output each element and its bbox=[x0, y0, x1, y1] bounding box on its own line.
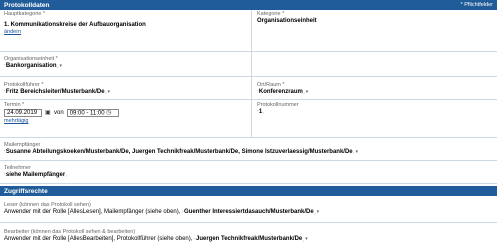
protocol-form: Protokolldaten * Pflichtfelder Hauptkate… bbox=[0, 0, 497, 247]
section-header-protokolldaten: Protokolldaten * Pflichtfelder bbox=[0, 0, 497, 10]
date-input[interactable]: 24.09.2019 bbox=[4, 109, 42, 117]
bearbeiter-field[interactable]: Anwender mit der Rolle [AllesBearbeiten]… bbox=[4, 236, 493, 243]
required-note: * Pflichtfelder bbox=[460, 2, 493, 8]
ort-cell: Ort/Raum * ⌜Konferenzraum⌟▾ bbox=[253, 77, 497, 99]
bearbeiter-text: Anwender mit der Rolle [AllesBearbeiten]… bbox=[4, 236, 193, 242]
chevron-down-icon[interactable]: ▾ bbox=[317, 209, 320, 215]
row-leser: Leser (können das Protokoll sehen) Anwen… bbox=[0, 196, 497, 223]
mailempfaenger-field[interactable]: ⌜Susanne Abteilungskoeken/Musterbank/De,… bbox=[4, 149, 493, 156]
mailempfaenger-cell: Mailempfänger ⌜Susanne Abteilungskoeken/… bbox=[0, 138, 497, 160]
leser-value: Guenther Interessiertdasauch/Musterbank/… bbox=[183, 209, 314, 215]
leser-field[interactable]: Anwender mit der Rolle [AllesLesen], Mai… bbox=[4, 209, 493, 216]
leser-cell: Leser (können das Protokoll sehen) Anwen… bbox=[0, 196, 497, 222]
mehrtaegig-link[interactable]: mehrtägig bbox=[4, 118, 247, 125]
protokollfuehrer-label: Protokollführer * bbox=[4, 82, 44, 88]
hauptkategorie-label: Hauptkategorie * bbox=[4, 11, 45, 17]
leser-label: Leser (können das Protokoll sehen) bbox=[4, 202, 91, 208]
teilnehmer-field[interactable]: ⌜siehe Mailempfänger⌟ bbox=[4, 172, 493, 179]
row-protokollfuehrer-ort: Protokollführer * ⌜Fritz Bereichsleiter/… bbox=[0, 77, 497, 100]
kategorie-label: Kategorie * bbox=[257, 11, 285, 17]
termin-inputs: 24.09.2019 ▣ von 09:00 - 11:00 ◷ bbox=[4, 109, 247, 117]
von-label: von bbox=[54, 109, 64, 116]
chevron-down-icon[interactable]: ▾ bbox=[107, 89, 110, 95]
teilnehmer-label: Teilnehmer bbox=[4, 165, 31, 171]
calendar-icon[interactable]: ▣ bbox=[45, 110, 51, 116]
ort-label: Ort/Raum * bbox=[257, 82, 285, 88]
chevron-down-icon[interactable]: ▾ bbox=[305, 236, 308, 242]
leser-text: Anwender mit der Rolle [AllesLesen], Mai… bbox=[4, 209, 181, 215]
row-kategorien: Hauptkategorie * 1. Kommunikationskreise… bbox=[0, 10, 497, 52]
protokollnummer-field[interactable]: ⌜1⌟ bbox=[257, 109, 493, 116]
protokollnummer-cell: Protokollnummer ⌜1⌟ bbox=[253, 100, 497, 137]
ort-value: Konferenzraum bbox=[258, 89, 303, 95]
teilnehmer-cell: Teilnehmer ⌜siehe Mailempfänger⌟ bbox=[0, 161, 497, 183]
chevron-down-icon[interactable]: ▾ bbox=[356, 149, 359, 155]
row-termin: Termin * 24.09.2019 ▣ von 09:00 - 11:00 … bbox=[0, 100, 497, 138]
protokollfuehrer-field[interactable]: ⌜Fritz Bereichsleiter/Musterbank/De⌟▾ bbox=[4, 89, 247, 96]
kategorie-cell: Kategorie * Organisationseinheit bbox=[253, 10, 497, 51]
row-teilnehmer: Teilnehmer ⌜siehe Mailempfänger⌟ bbox=[0, 161, 497, 184]
hauptkategorie-value: 1. Kommunikationskreise der Aufbauorgani… bbox=[4, 22, 146, 28]
chevron-down-icon[interactable]: ▾ bbox=[306, 89, 309, 95]
teilnehmer-value: siehe Mailempfänger bbox=[5, 172, 66, 178]
protokollnummer-label: Protokollnummer bbox=[257, 102, 299, 108]
bearbeiter-label: Bearbeiter (können das Protokoll sehen &… bbox=[4, 229, 136, 235]
organisationseinheit-value: Bankorganisation bbox=[5, 63, 57, 69]
mailempfaenger-value: Susanne Abteilungskoeken/Musterbank/De, … bbox=[5, 149, 353, 155]
chevron-down-icon[interactable]: ▾ bbox=[59, 63, 62, 69]
protokollfuehrer-cell: Protokollführer * ⌜Fritz Bereichsleiter/… bbox=[0, 77, 252, 99]
change-category-link[interactable]: ändern bbox=[4, 29, 247, 36]
time-input[interactable]: 09:00 - 11:00 ◷ bbox=[66, 109, 119, 117]
row-organisationseinheit: Organisationseinheit * ⌜Bankorganisation… bbox=[0, 52, 497, 77]
section-title: Protokolldaten bbox=[4, 1, 50, 9]
bearbeiter-value: Juergen Technikfreak/Musterbank/De bbox=[195, 236, 303, 242]
row-mailempfaenger: Mailempfänger ⌜Susanne Abteilungskoeken/… bbox=[0, 138, 497, 161]
termin-label: Termin * bbox=[4, 102, 25, 108]
kategorie-value: Organisationseinheit bbox=[257, 18, 317, 24]
ort-field[interactable]: ⌜Konferenzraum⌟▾ bbox=[257, 89, 493, 96]
row-bearbeiter: Bearbeiter (können das Protokoll sehen &… bbox=[0, 223, 497, 247]
bearbeiter-cell: Bearbeiter (können das Protokoll sehen &… bbox=[0, 223, 497, 247]
protokollfuehrer-value: Fritz Bereichsleiter/Musterbank/De bbox=[5, 89, 105, 95]
organisationseinheit-cell: Organisationseinheit * ⌜Bankorganisation… bbox=[0, 52, 252, 76]
hauptkategorie-cell: Hauptkategorie * 1. Kommunikationskreise… bbox=[0, 10, 252, 51]
clock-icon: ◷ bbox=[106, 110, 112, 116]
section-title: Zugriffsrechte bbox=[4, 187, 48, 195]
section-header-zugriffsrechte: Zugriffsrechte bbox=[0, 186, 497, 196]
organisationseinheit-field[interactable]: ⌜Bankorganisation⌟▾ bbox=[4, 63, 247, 70]
time-value: 09:00 - 11:00 bbox=[69, 110, 105, 117]
organisationseinheit-label: Organisationseinheit * bbox=[4, 56, 58, 62]
mailempfaenger-label: Mailempfänger bbox=[4, 142, 41, 148]
termin-cell: Termin * 24.09.2019 ▣ von 09:00 - 11:00 … bbox=[0, 100, 252, 137]
